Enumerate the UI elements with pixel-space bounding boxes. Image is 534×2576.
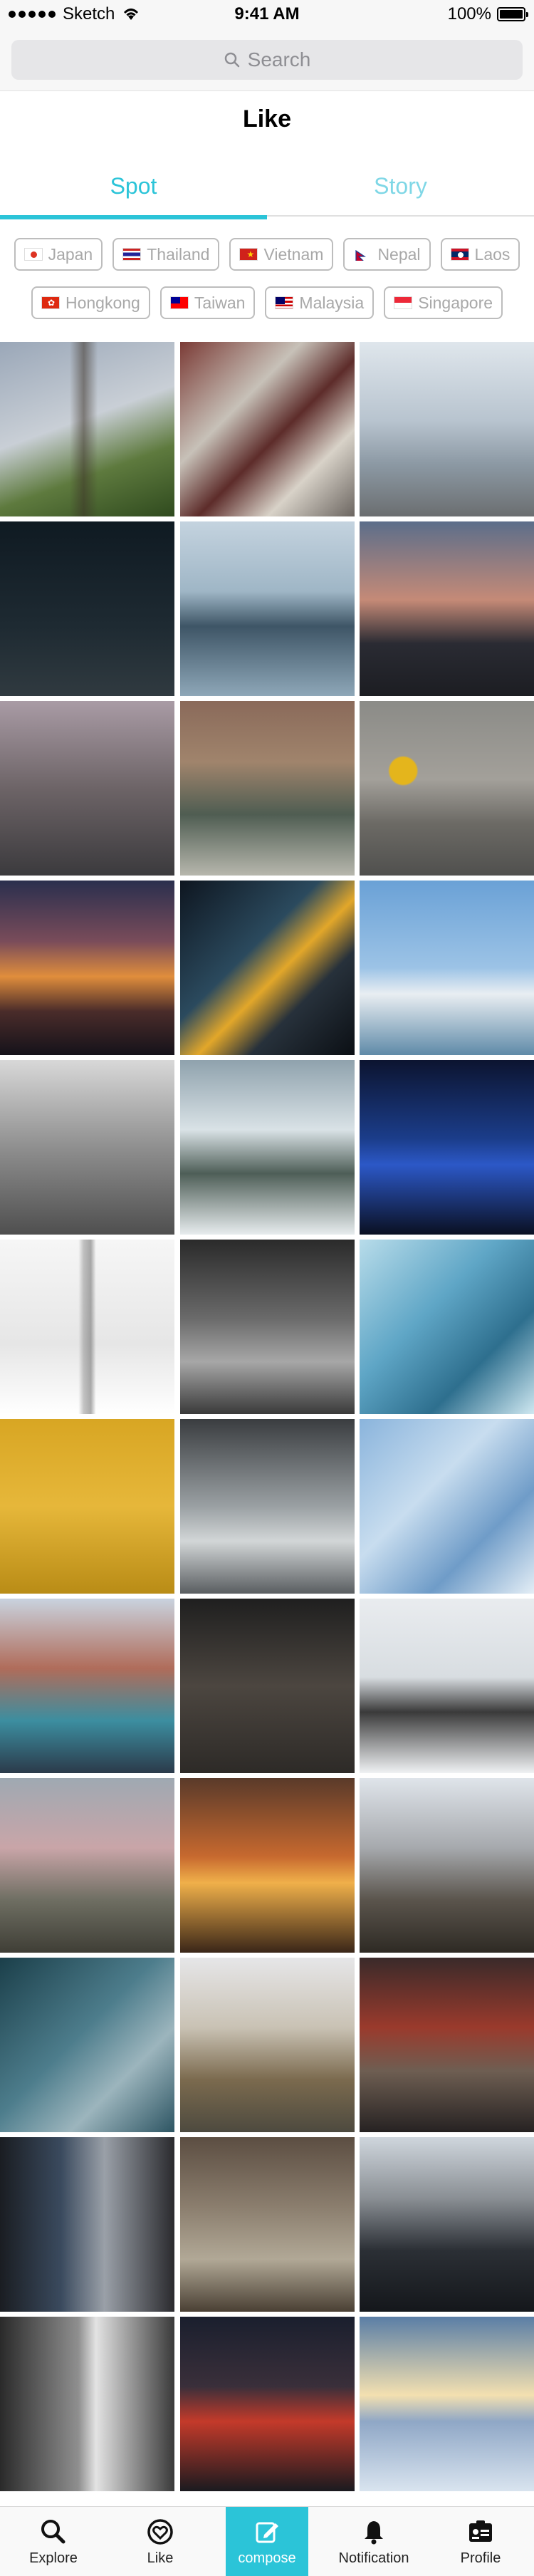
japan-flag-icon — [23, 248, 43, 261]
heart-icon — [147, 2518, 173, 2545]
photo-tile[interactable] — [0, 1060, 174, 1235]
vietnam-flag-icon: ★ — [239, 248, 258, 261]
laos-flag-icon — [450, 248, 469, 261]
search-input[interactable]: Search — [11, 40, 523, 80]
battery-percent: 100% — [447, 4, 491, 24]
photo-tile[interactable] — [0, 1958, 174, 2132]
tab-story[interactable]: Story — [267, 155, 534, 217]
compose-icon — [256, 2522, 278, 2543]
hongkong-flag-icon: ✿ — [41, 296, 60, 309]
photo-tile[interactable] — [179, 2317, 355, 2491]
photo-tile[interactable] — [0, 701, 174, 876]
chip-label: Laos — [474, 244, 511, 264]
country-filter-row-1: Japan Thailand ★ Vietnam Nepal Laos — [0, 238, 534, 271]
chip-nepal[interactable]: Nepal — [343, 238, 431, 271]
photo-tile[interactable] — [0, 881, 174, 1055]
chip-label: Nepal — [377, 244, 421, 264]
chip-label: Malaysia — [299, 293, 365, 312]
search-icon — [41, 2519, 66, 2543]
nav-label: Profile — [460, 2550, 501, 2566]
photo-tile[interactable] — [179, 1599, 355, 1773]
photo-tile[interactable] — [179, 1240, 355, 1414]
photo-tile[interactable] — [360, 521, 534, 696]
photo-tile[interactable] — [0, 521, 174, 696]
photo-tile[interactable] — [179, 1958, 355, 2132]
photo-grid — [0, 342, 534, 2491]
singapore-flag-icon — [394, 296, 413, 309]
nav-label: Like — [147, 2550, 174, 2566]
chip-japan[interactable]: Japan — [14, 238, 103, 271]
photo-tile[interactable] — [0, 1419, 174, 1594]
chip-label: Vietnam — [263, 244, 324, 264]
bottom-tab-bar: Explore Like compose Notification Profil… — [0, 2506, 534, 2576]
photo-tile[interactable] — [360, 1419, 534, 1594]
active-tab-indicator — [0, 215, 267, 219]
nepal-flag-icon — [353, 248, 372, 261]
photo-tile[interactable] — [179, 2137, 355, 2312]
chip-label: Singapore — [418, 293, 493, 312]
taiwan-flag-icon — [169, 296, 189, 309]
chip-label: Hongkong — [65, 293, 140, 312]
profile-card-icon — [469, 2520, 492, 2542]
chip-singapore[interactable]: Singapore — [384, 286, 503, 319]
photo-tile[interactable] — [0, 2137, 174, 2312]
photo-tile[interactable] — [360, 1060, 534, 1235]
photo-tile[interactable] — [179, 1419, 355, 1594]
photo-tile[interactable] — [179, 1060, 355, 1235]
tab-spot[interactable]: Spot — [0, 155, 267, 217]
chip-hongkong[interactable]: ✿ Hongkong — [31, 286, 150, 319]
chip-taiwan[interactable]: Taiwan — [159, 286, 256, 319]
photo-tile[interactable] — [360, 881, 534, 1055]
search-bar-container: Search — [0, 28, 534, 91]
nav-compose[interactable]: compose — [226, 2507, 308, 2576]
nav-label: Explore — [29, 2550, 78, 2566]
page-title: Like — [242, 105, 292, 133]
status-bar: Sketch 9:41 AM 100% — [0, 0, 534, 28]
tab-bar: Spot Story — [0, 155, 534, 219]
malaysia-flag-icon — [275, 296, 294, 309]
country-filter-row-2: ✿ Hongkong Taiwan Malaysia Singapore — [0, 286, 534, 319]
photo-tile[interactable] — [179, 701, 355, 876]
chip-label: Thailand — [147, 244, 210, 264]
photo-tile[interactable] — [0, 1240, 174, 1414]
battery-icon — [497, 7, 528, 21]
photo-tile[interactable] — [360, 1778, 534, 1953]
nav-profile[interactable]: Profile — [427, 2507, 534, 2576]
photo-tile[interactable] — [179, 881, 355, 1055]
photo-tile[interactable] — [360, 701, 534, 876]
nav-label: compose — [238, 2550, 296, 2566]
chip-malaysia[interactable]: Malaysia — [265, 286, 375, 319]
photo-tile[interactable] — [179, 1778, 355, 1953]
chip-vietnam[interactable]: ★ Vietnam — [229, 238, 334, 271]
nav-explore[interactable]: Explore — [0, 2507, 107, 2576]
photo-tile[interactable] — [0, 2317, 174, 2491]
bell-icon — [365, 2520, 383, 2544]
nav-label: Notification — [338, 2550, 409, 2566]
nav-notification[interactable]: Notification — [320, 2507, 427, 2576]
photo-tile[interactable] — [179, 521, 355, 696]
search-icon — [224, 51, 241, 68]
photo-tile[interactable] — [360, 1240, 534, 1414]
photo-tile[interactable] — [360, 342, 534, 516]
photo-tile[interactable] — [179, 342, 355, 516]
photo-tile[interactable] — [360, 2317, 534, 2491]
photo-tile[interactable] — [0, 342, 174, 516]
photo-tile[interactable] — [0, 1778, 174, 1953]
chip-thailand[interactable]: Thailand — [112, 238, 220, 271]
photo-tile[interactable] — [360, 1599, 534, 1773]
chip-label: Taiwan — [194, 293, 246, 312]
chip-label: Japan — [48, 244, 93, 264]
photo-tile[interactable] — [0, 1599, 174, 1773]
chip-laos[interactable]: Laos — [440, 238, 520, 271]
thailand-flag-icon — [122, 248, 142, 261]
photo-tile[interactable] — [360, 1958, 534, 2132]
nav-like[interactable]: Like — [107, 2507, 214, 2576]
search-placeholder: Search — [247, 48, 311, 71]
photo-tile[interactable] — [360, 2137, 534, 2312]
